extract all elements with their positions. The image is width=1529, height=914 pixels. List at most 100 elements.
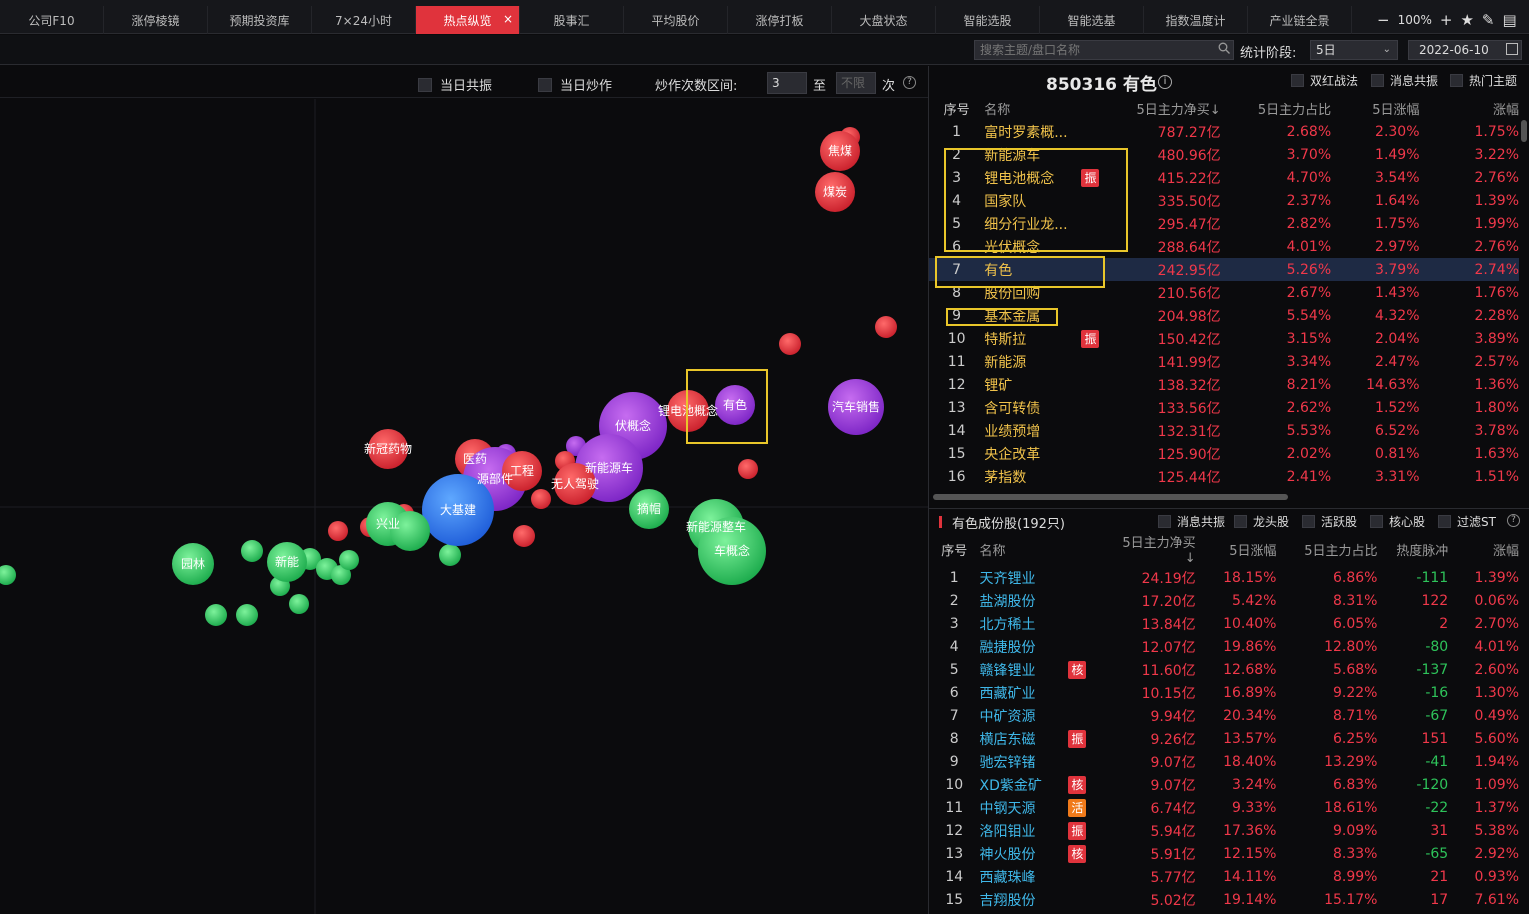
col-header-net-buy[interactable]: 5日主力净买↓ [1130, 96, 1220, 120]
core-stock-checkbox[interactable]: 核心股 [1370, 513, 1425, 530]
stock-name[interactable]: 盐湖股份 [980, 589, 1069, 612]
same-day-hype-checkbox[interactable]: 当日炒作 [538, 75, 612, 94]
checkbox-box[interactable] [538, 77, 552, 92]
bubble[interactable] [289, 594, 309, 614]
help-icon[interactable]: ? [903, 76, 916, 89]
sector-name[interactable]: 含可转债 [984, 396, 1081, 419]
col-header-pulse[interactable]: 热度脉冲 [1377, 532, 1448, 566]
stock-name[interactable]: 天齐锂业 [980, 566, 1069, 589]
tab-item[interactable]: 预期投资库 [208, 6, 312, 34]
table-row[interactable]: 10 XD紫金矿核 9.07亿 3.24% 6.83% -120 1.09% [929, 773, 1519, 796]
bubble[interactable] [531, 489, 551, 509]
tab-item[interactable]: 涨停棱镜 [104, 6, 208, 34]
tab-item[interactable]: 涨停打板 [728, 6, 832, 34]
bubble[interactable] [875, 316, 897, 338]
stock-name[interactable]: 中钢天源 [980, 796, 1069, 819]
table-row[interactable]: 11 中钢天源活 6.74亿 9.33% 18.61% -22 1.37% [929, 796, 1519, 819]
stock-name[interactable]: 吉翔股份 [980, 888, 1069, 911]
table-row[interactable]: 1 富时罗素概... 787.27亿 2.68% 2.30% 1.75% [929, 120, 1519, 143]
col-header-gain[interactable]: 涨幅 [1448, 532, 1519, 566]
bubble[interactable] [513, 525, 535, 547]
checkbox-box[interactable] [1371, 74, 1384, 87]
date-picker[interactable]: 2022-06-10 [1408, 40, 1522, 60]
checkbox-box[interactable] [1291, 74, 1304, 87]
pen-icon[interactable]: ✎ [1482, 11, 1495, 29]
col-header-gain5[interactable]: 5日涨幅 [1331, 96, 1419, 120]
table-row[interactable]: 1 天齐锂业 24.19亿 18.15% 6.86% -111 1.39% [929, 566, 1519, 589]
table-row[interactable]: 8 横店东磁振 9.26亿 13.57% 6.25% 151 5.60% [929, 727, 1519, 750]
tab-item[interactable]: 热点纵览 × [416, 6, 520, 34]
hot-theme-checkbox[interactable]: 热门主题 [1450, 72, 1517, 89]
bubble[interactable] [439, 544, 461, 566]
news-resonance-filter-checkbox[interactable]: 消息共振 [1158, 513, 1225, 530]
star-icon[interactable]: ★ [1460, 11, 1473, 29]
table-row[interactable]: 3 北方稀土 13.84亿 10.40% 6.05% 2 2.70% [929, 612, 1519, 635]
stock-name[interactable]: 神火股份 [980, 842, 1069, 865]
table-row[interactable]: 6 西藏矿业 10.15亿 16.89% 9.22% -16 1.30% [929, 681, 1519, 704]
freq-max-input[interactable]: 不限 [836, 72, 876, 94]
zoom-out-button[interactable]: − [1377, 11, 1390, 29]
bubble[interactable] [0, 565, 16, 585]
bubble[interactable] [779, 333, 801, 355]
table-row[interactable]: 7 中矿资源 9.94亿 20.34% 8.71% -67 0.49% [929, 704, 1519, 727]
table-row[interactable]: 16 茅指数 125.44亿 2.41% 3.31% 1.51% [929, 465, 1519, 488]
stock-name[interactable]: 西藏矿业 [980, 681, 1069, 704]
stock-name[interactable]: 融捷股份 [980, 635, 1069, 658]
tab-item[interactable]: 公司F10 [0, 6, 104, 34]
double-red-checkbox[interactable]: 双红战法 [1291, 72, 1358, 89]
col-header-no[interactable]: 序号 [929, 532, 980, 566]
table-row[interactable]: 15 吉翔股份 5.02亿 19.14% 15.17% 17 7.61% [929, 888, 1519, 911]
table-row[interactable]: 13 神火股份核 5.91亿 12.15% 8.33% -65 2.92% [929, 842, 1519, 865]
same-day-resonance-checkbox[interactable]: 当日共振 [418, 75, 492, 94]
search-icon[interactable] [1218, 42, 1230, 54]
checkbox-box[interactable] [1438, 515, 1451, 528]
checkbox-box[interactable] [1302, 515, 1315, 528]
sector-name[interactable]: 特斯拉 [984, 327, 1081, 350]
vertical-scrollbar[interactable] [1521, 120, 1527, 142]
col-header-name[interactable]: 名称 [980, 532, 1069, 566]
table-row[interactable]: 4 融捷股份 12.07亿 19.86% 12.80% -80 4.01% [929, 635, 1519, 658]
tab-item[interactable]: 平均股价 [624, 6, 728, 34]
tab-item[interactable]: 产业链全景 [1248, 6, 1352, 34]
col-header-name[interactable]: 名称 [984, 96, 1081, 120]
stock-name[interactable]: 洛阳钼业 [980, 819, 1069, 842]
help-icon[interactable]: ? [1507, 514, 1520, 527]
tab-item[interactable]: 大盘状态 [832, 6, 936, 34]
col-header-ratio[interactable]: 5日主力占比 [1221, 96, 1331, 120]
col-header-net-buy[interactable]: 5日主力净买↓ [1113, 532, 1195, 566]
tab-item[interactable]: 指数温度计 [1144, 6, 1248, 34]
layout-icon[interactable]: ▤ [1503, 11, 1517, 29]
table-row[interactable]: 12 洛阳钼业振 5.94亿 17.36% 9.09% 31 5.38% [929, 819, 1519, 842]
checkbox-box[interactable] [1234, 515, 1247, 528]
table-row[interactable]: 2 盐湖股份 17.20亿 5.42% 8.31% 122 0.06% [929, 589, 1519, 612]
stock-name[interactable]: 西藏珠峰 [980, 865, 1069, 888]
stock-name[interactable]: 驰宏锌锗 [980, 750, 1069, 773]
filter-st-checkbox[interactable]: 过滤ST [1438, 513, 1496, 530]
close-icon[interactable]: × [503, 12, 513, 26]
bubble[interactable] [328, 521, 348, 541]
tab-item[interactable]: 股事汇 [520, 6, 624, 34]
tab-item[interactable]: 智能选基 [1040, 6, 1144, 34]
info-icon[interactable]: i [1158, 75, 1172, 89]
stock-name[interactable]: 中矿资源 [980, 704, 1069, 727]
table-row[interactable]: 12 锂矿 138.32亿 8.21% 14.63% 1.36% [929, 373, 1519, 396]
horizontal-scrollbar[interactable] [933, 494, 1288, 500]
col-header-ratio[interactable]: 5日主力占比 [1276, 532, 1377, 566]
bubble[interactable] [738, 459, 758, 479]
table-row[interactable]: 10 特斯拉振 150.42亿 3.15% 2.04% 3.89% [929, 327, 1519, 350]
checkbox-box[interactable] [1450, 74, 1463, 87]
freq-min-input[interactable]: 3 [767, 72, 807, 94]
table-row[interactable]: 5 赣锋锂业核 11.60亿 12.68% 5.68% -137 2.60% [929, 658, 1519, 681]
stock-name[interactable]: 横店东磁 [980, 727, 1069, 750]
zoom-in-button[interactable]: + [1440, 11, 1453, 29]
col-header-gain5[interactable]: 5日涨幅 [1196, 532, 1276, 566]
checkbox-box[interactable] [1370, 515, 1383, 528]
sector-name[interactable]: 锂矿 [984, 373, 1081, 396]
col-header-gain[interactable]: 涨幅 [1420, 96, 1519, 120]
sector-name[interactable]: 业绩预增 [984, 419, 1081, 442]
tab-item[interactable]: 7×24小时 [312, 6, 416, 34]
col-header-no[interactable]: 序号 [929, 96, 984, 120]
stat-period-select[interactable]: 5日 ⌄ [1310, 40, 1398, 60]
table-row[interactable]: 9 驰宏锌锗 9.07亿 18.40% 13.29% -41 1.94% [929, 750, 1519, 773]
sector-name[interactable]: 富时罗素概... [984, 120, 1081, 143]
